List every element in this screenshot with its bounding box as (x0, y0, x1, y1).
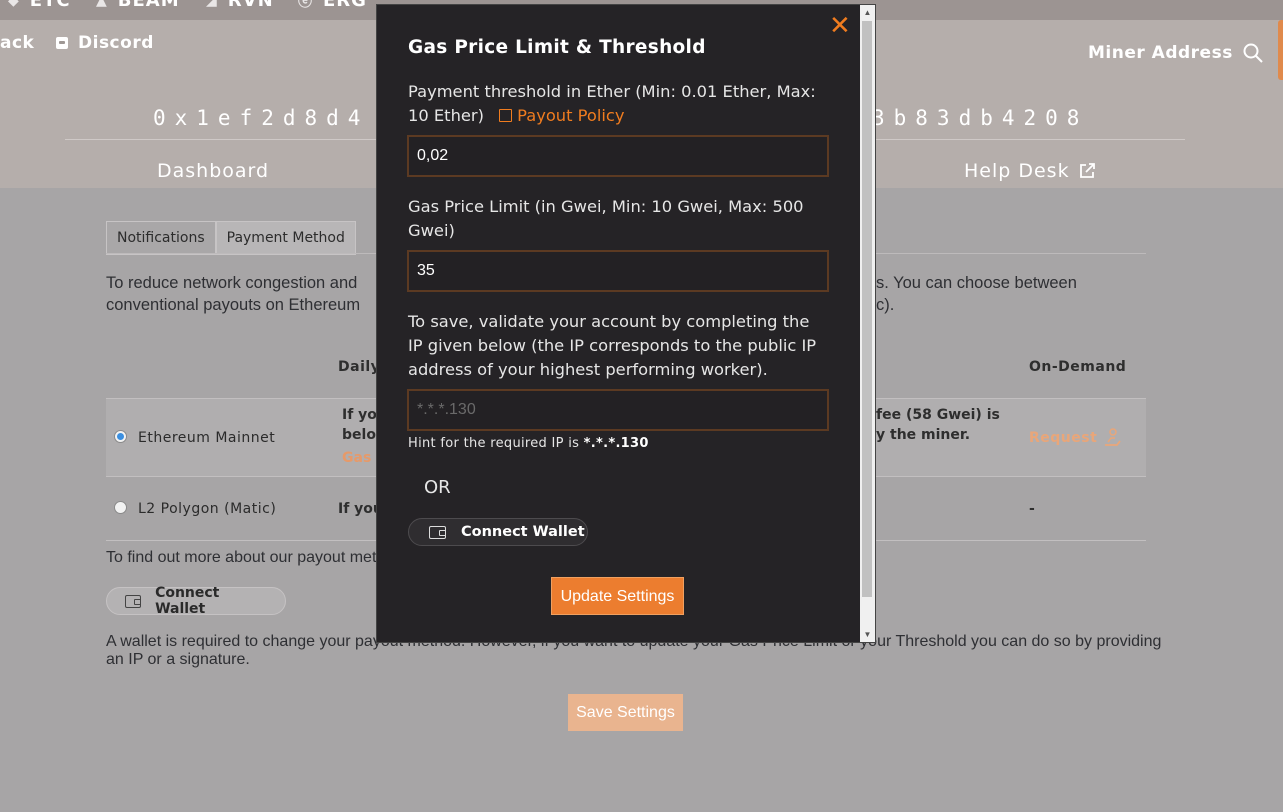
find-out-text: To find out more about our payout met (106, 549, 377, 566)
threshold-label: Payment threshold in Ether (Min: 0.01 Et… (408, 82, 816, 125)
wallet-address-right: 3b83db4208 (872, 106, 1089, 130)
column-daily: Daily (338, 359, 381, 375)
request-button[interactable]: Request (1029, 428, 1122, 448)
radio-ethereum-mainnet[interactable] (114, 430, 127, 443)
discord-icon (56, 37, 68, 49)
row-label-polygon: L2 Polygon (Matic) (138, 501, 277, 517)
etc-icon: ◆ (8, 0, 20, 9)
scroll-down-icon[interactable]: ▼ (860, 627, 875, 642)
tab-payment-method[interactable]: Payment Method (215, 221, 356, 255)
gas-price-input[interactable] (407, 250, 829, 292)
scrollbar-thumb[interactable] (862, 21, 872, 597)
row-desc: belo (342, 427, 376, 443)
tab-dashboard[interactable]: Dashboard (157, 160, 269, 182)
external-link-icon (499, 109, 513, 122)
row-desc-right: fee (58 Gwei) is (876, 407, 1000, 423)
ip-instructions: To save, validate your account by comple… (408, 312, 817, 379)
miner-address-search[interactable]: Miner Address (1088, 43, 1263, 63)
nav-item-discord[interactable]: Discord (56, 33, 154, 53)
gas-price-modal: ▲ ▼ ✕ Gas Price Limit & Threshold Paymen… (376, 4, 876, 643)
settings-tabs: Notifications Payment Method (106, 221, 356, 255)
search-icon (1243, 43, 1263, 63)
external-link-icon (1079, 163, 1095, 178)
modal-connect-wallet-button[interactable]: Connect Wallet (408, 518, 588, 546)
or-separator: OR (424, 477, 451, 498)
modal-scrollbar[interactable]: ▲ ▼ (860, 5, 875, 642)
coin-beam[interactable]: ▲ BEAM (96, 0, 180, 11)
accent-strip (1278, 20, 1283, 80)
ip-hint: Hint for the required IP is *.*.*.130 (408, 436, 649, 451)
modal-title: Gas Price Limit & Threshold (408, 37, 706, 58)
threshold-input[interactable] (407, 135, 829, 177)
column-ondemand: On-Demand (1029, 359, 1127, 375)
hand-coin-icon (1105, 428, 1122, 446)
ip-input[interactable] (407, 389, 829, 431)
intro-text-line1-left: To reduce network congestion and (106, 274, 358, 292)
nav-item-partial[interactable]: ack (0, 33, 34, 53)
row-desc: If yo (342, 407, 377, 423)
tab-helpdesk[interactable]: Help Desk (964, 160, 1096, 182)
wallet-address-left: 0x1ef2d8d4 (153, 106, 370, 130)
row-gas-link[interactable]: Gas (342, 450, 371, 466)
gas-price-label: Gas Price Limit (in Gwei, Min: 10 Gwei, … (408, 197, 804, 240)
close-icon[interactable]: ✕ (829, 13, 851, 39)
wallet-icon (429, 525, 446, 539)
beam-icon: ▲ (96, 0, 108, 9)
coin-rvn[interactable]: ◢ RVN (206, 0, 274, 11)
rvn-icon: ◢ (206, 0, 218, 9)
row-desc-right: y the miner. (876, 427, 971, 443)
ondemand-value: - (1029, 501, 1035, 517)
row-label-ethereum: Ethereum Mainnet (138, 430, 276, 446)
coin-etc[interactable]: ◆ ETC (8, 0, 71, 11)
scroll-up-icon[interactable]: ▲ (860, 5, 875, 20)
payout-policy-link[interactable]: Payout Policy (499, 106, 625, 125)
coin-erg[interactable]: ⓔ ERG (298, 0, 367, 11)
intro-text-line2-left: conventional payouts on Ethereum (106, 296, 361, 314)
connect-wallet-button[interactable]: Connect Wallet (106, 585, 286, 617)
update-settings-button[interactable]: Update Settings (551, 577, 684, 615)
intro-text-line2-right: c). (876, 296, 895, 314)
save-settings-button[interactable]: Save Settings (568, 694, 683, 731)
wallet-icon (125, 594, 142, 608)
intro-text-line1-right: s. You can choose between (876, 274, 1077, 292)
radio-l2-polygon[interactable] (114, 501, 127, 514)
erg-icon: ⓔ (298, 0, 313, 10)
tab-notifications[interactable]: Notifications (106, 221, 216, 255)
